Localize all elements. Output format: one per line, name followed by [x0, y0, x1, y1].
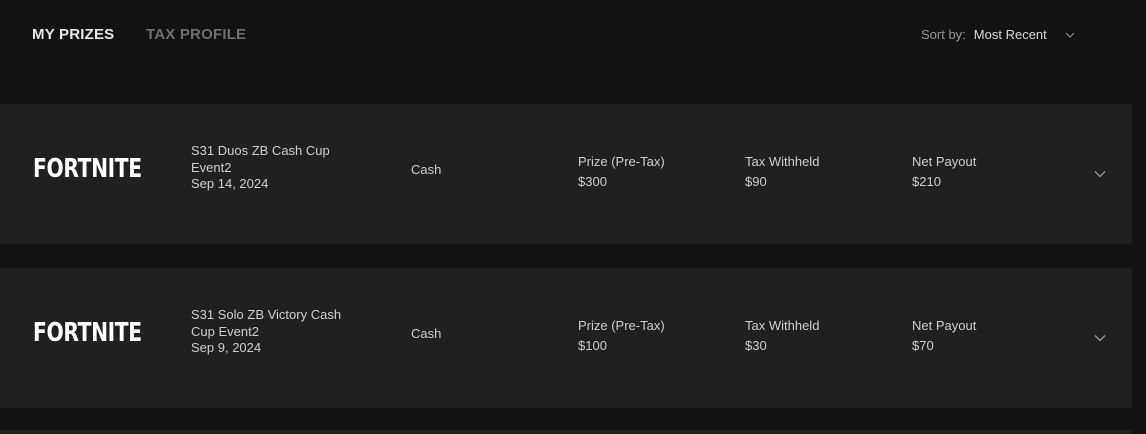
prize-pretax-label: Prize (Pre-Tax)	[578, 318, 665, 333]
tab-tax-profile[interactable]: TAX PROFILE	[146, 26, 246, 43]
sort-value: Most Recent	[973, 27, 1047, 42]
event-info: S31 Duos ZB Cash Cup Event2 Sep 14, 2024	[191, 143, 361, 193]
net-payout-value: $210	[912, 173, 941, 189]
prize-type: Cash	[411, 162, 442, 177]
tax-withheld-value: $30	[745, 337, 767, 353]
prize-pretax-value: $100	[578, 337, 607, 353]
event-name: S31 Solo ZB Victory Cash Cup Event2	[191, 307, 342, 339]
net-payout-value: $70	[912, 337, 934, 353]
fortnite-logo: FORTNITE	[33, 318, 142, 348]
chevron-down-icon[interactable]	[1093, 168, 1107, 180]
net-payout-label: Net Payout	[912, 318, 977, 333]
prize-pretax-value: $300	[578, 173, 607, 189]
tax-withheld-value: $90	[745, 173, 767, 189]
prize-row[interactable]: FORTNITE S31 Solo ZB Victory Cash Cup Ev…	[0, 268, 1132, 408]
net-payout: Net Payout $70	[912, 316, 976, 355]
prize-pretax: Prize (Pre-Tax) $300	[578, 152, 665, 191]
tab-my-prizes[interactable]: MY PRIZES	[32, 26, 114, 43]
sort-control: Sort by: Most Recent	[921, 27, 1075, 42]
tax-withheld: Tax Withheld $90	[745, 152, 819, 191]
prize-type: Cash	[411, 326, 442, 341]
tax-withheld-label: Tax Withheld	[745, 318, 820, 333]
prize-pretax-label: Prize (Pre-Tax)	[578, 154, 665, 169]
event-date: Sep 9, 2024	[191, 340, 262, 355]
chevron-down-icon[interactable]	[1093, 332, 1107, 344]
next-prize-row-edge	[0, 430, 1132, 434]
tax-withheld: Tax Withheld $30	[745, 316, 819, 355]
net-payout: Net Payout $210	[912, 152, 976, 191]
tax-withheld-label: Tax Withheld	[745, 154, 820, 169]
sort-dropdown[interactable]: Most Recent	[974, 27, 1075, 42]
prize-row[interactable]: FORTNITE S31 Duos ZB Cash Cup Event2 Sep…	[0, 104, 1132, 244]
event-date: Sep 14, 2024	[191, 176, 269, 191]
net-payout-label: Net Payout	[912, 154, 977, 169]
fortnite-logo: FORTNITE	[33, 154, 142, 184]
chevron-down-icon	[1065, 32, 1075, 38]
prizes-header: MY PRIZES TAX PROFILE Sort by: Most Rece…	[0, 0, 1146, 72]
sort-label: Sort by:	[921, 27, 966, 42]
event-info: S31 Solo ZB Victory Cash Cup Event2 Sep …	[191, 307, 361, 357]
prize-pretax: Prize (Pre-Tax) $100	[578, 316, 665, 355]
event-name: S31 Duos ZB Cash Cup Event2	[191, 143, 330, 175]
